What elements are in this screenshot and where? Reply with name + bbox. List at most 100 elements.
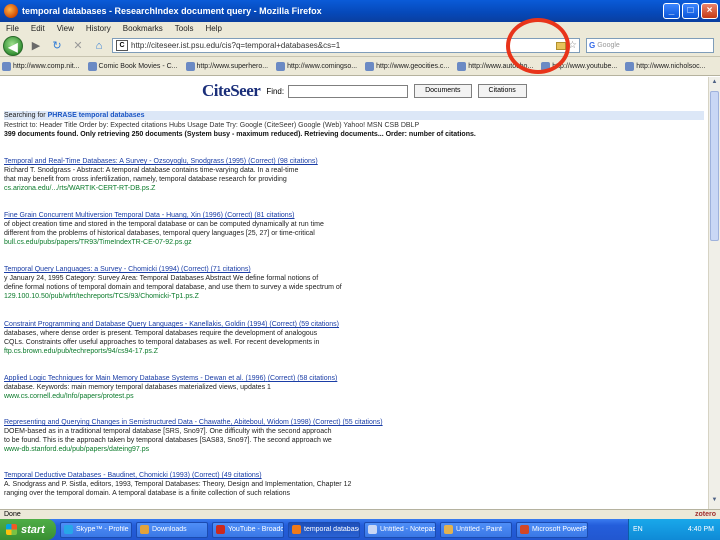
result-title[interactable]: Representing and Querying Changes in Sem… bbox=[4, 418, 704, 427]
result-url[interactable]: cs.arizona.edu/.../rts/WARTIK-CERT-RT-DB… bbox=[4, 184, 704, 193]
result-title[interactable]: Fine Grain Concurrent Multiversion Tempo… bbox=[4, 211, 704, 220]
maximize-button[interactable]: □ bbox=[682, 3, 699, 19]
home-button[interactable]: ⌂ bbox=[91, 38, 107, 54]
result-title[interactable]: Temporal and Real-Time Databases: A Surv… bbox=[4, 157, 704, 166]
zotero-button[interactable]: zotero bbox=[695, 510, 716, 519]
minimize-button[interactable]: _ bbox=[663, 3, 680, 19]
status-text: Done bbox=[4, 511, 21, 518]
result-url[interactable]: ftp.cs.brown.edu/pub/techreports/94/cs94… bbox=[4, 347, 704, 356]
result-snippet: DOEM-based as in a traditional temporal … bbox=[4, 428, 332, 435]
bookmark-item[interactable]: http://www.superhero... bbox=[185, 61, 268, 71]
bookmark-icon bbox=[276, 61, 286, 71]
result-snippet: different from the problems of historica… bbox=[4, 230, 315, 237]
result-item: Temporal and Real-Time Databases: A Surv… bbox=[4, 157, 704, 193]
firefox-icon bbox=[292, 525, 301, 534]
menu-file[interactable]: File bbox=[6, 24, 19, 33]
google-icon[interactable]: G bbox=[589, 41, 595, 50]
scroll-down-arrow-icon[interactable]: ▼ bbox=[710, 497, 719, 507]
result-snippet: y January 24, 1995 Category: Survey Area… bbox=[4, 275, 319, 282]
result-url[interactable]: bull.cs.edu/pubs/papers/TR93/TimeIndexTR… bbox=[4, 238, 704, 247]
stop-button[interactable]: ✕ bbox=[70, 38, 86, 54]
result-snippet: of object creation time and stored in th… bbox=[4, 221, 324, 228]
search-input[interactable]: Google bbox=[597, 42, 620, 49]
taskbar-item[interactable]: Untitled - Notepad bbox=[364, 521, 436, 538]
notepad-icon bbox=[368, 525, 377, 534]
bookmark-item[interactable]: http://www.comp.nit... bbox=[2, 61, 80, 71]
taskbar-item[interactable]: Skype™ - Profile bbox=[60, 521, 132, 538]
bookmark-item[interactable]: Comic Book Movies - C... bbox=[87, 61, 178, 71]
find-input[interactable] bbox=[288, 84, 409, 98]
menu-view[interactable]: View bbox=[57, 24, 74, 33]
bookmarks-toolbar: http://www.comp.nit... Comic Book Movies… bbox=[0, 57, 720, 76]
documents-button[interactable]: Documents bbox=[414, 84, 472, 98]
navigation-toolbar: ◀ ▶ ↻ ✕ ⌂ C http://citeseer.ist.psu.edu/… bbox=[0, 35, 720, 57]
result-item: Representing and Querying Changes in Sem… bbox=[4, 418, 704, 454]
menu-help[interactable]: Help bbox=[205, 24, 221, 33]
downloads-icon bbox=[140, 525, 149, 534]
start-button[interactable]: start bbox=[0, 519, 56, 540]
restrict-options[interactable]: Restrict to: Header Title Order by: Expe… bbox=[4, 121, 704, 130]
result-snippet: ranging over the temporal domain. A temp… bbox=[4, 490, 290, 497]
bookmark-icon bbox=[457, 61, 467, 71]
menu-edit[interactable]: Edit bbox=[31, 24, 45, 33]
forward-button[interactable]: ▶ bbox=[28, 38, 44, 54]
reload-button[interactable]: ↻ bbox=[49, 38, 65, 54]
result-snippet: Richard T. Snodgrass - Abstract: A tempo… bbox=[4, 167, 299, 174]
search-phrase: PHRASE temporal databases bbox=[47, 112, 145, 119]
search-box[interactable]: G Google bbox=[586, 38, 714, 53]
scroll-up-arrow-icon[interactable]: ▲ bbox=[710, 79, 719, 89]
red-annotation-circle bbox=[506, 18, 570, 74]
citeseer-logo[interactable]: CiteSeer bbox=[202, 81, 261, 101]
citations-button[interactable]: Citations bbox=[477, 84, 527, 98]
result-url[interactable]: www.cs.cornell.edu/Info/papers/protest.p… bbox=[4, 392, 704, 401]
result-title[interactable]: Temporal Query Languages: a Survey - Cho… bbox=[4, 265, 704, 274]
bookmark-icon bbox=[2, 61, 11, 71]
vertical-scrollbar[interactable]: ▲ ▼ bbox=[708, 77, 720, 509]
windows-flag-icon bbox=[6, 524, 17, 535]
bookmark-item[interactable]: http://www.comingso... bbox=[276, 61, 357, 71]
system-tray: EN 4:40 PM bbox=[628, 519, 720, 540]
youtube-icon bbox=[216, 525, 225, 534]
taskbar-item[interactable]: YouTube - Broadcast... bbox=[212, 521, 284, 538]
taskbar-item-active[interactable]: temporal database... bbox=[288, 521, 360, 538]
status-bar: Done zotero bbox=[0, 509, 720, 519]
result-title[interactable]: Constraint Programming and Database Quer… bbox=[4, 320, 704, 329]
bookmark-item[interactable]: http://www.nicholsoc... bbox=[625, 61, 706, 71]
result-item: Applied Logic Techniques for Main Memory… bbox=[4, 374, 704, 401]
page-content: CiteSeer Find: Documents Citations Searc… bbox=[0, 77, 708, 509]
result-url[interactable]: 129.100.10.50/pub/wfrt/techreports/TCS/9… bbox=[4, 292, 704, 301]
result-snippet: to be found. This is the approach taken … bbox=[4, 437, 332, 444]
powerpoint-icon bbox=[520, 525, 529, 534]
close-button[interactable]: × bbox=[701, 3, 718, 19]
find-label: Find: bbox=[266, 86, 285, 96]
bookmark-item[interactable]: http://www.geocities.c... bbox=[365, 61, 449, 71]
result-title[interactable]: Applied Logic Techniques for Main Memory… bbox=[4, 374, 704, 383]
bookmark-icon bbox=[87, 61, 97, 71]
language-indicator[interactable]: EN bbox=[633, 526, 643, 533]
result-item: Temporal Query Languages: a Survey - Cho… bbox=[4, 265, 704, 301]
back-button[interactable]: ◀ bbox=[3, 35, 23, 56]
address-url[interactable]: http://citeseer.ist.psu.edu/cis?q=tempor… bbox=[131, 41, 556, 50]
result-title[interactable]: Temporal Deductive Databases - Baudinet,… bbox=[4, 471, 704, 480]
citeseer-header: CiteSeer Find: Documents Citations bbox=[202, 81, 527, 101]
taskbar-item[interactable]: Downloads bbox=[136, 521, 208, 538]
menu-tools[interactable]: Tools bbox=[175, 24, 194, 33]
menu-bar: File Edit View History Bookmarks Tools H… bbox=[0, 22, 720, 35]
result-snippet: define formal notions of temporal domain… bbox=[4, 284, 342, 291]
site-favicon-icon: C bbox=[116, 40, 128, 51]
bookmark-icon bbox=[365, 61, 375, 71]
windows-taskbar: start Skype™ - Profile Downloads YouTube… bbox=[0, 519, 720, 540]
window-title: temporal databases - ResearchIndex docum… bbox=[22, 6, 322, 16]
scrollbar-thumb[interactable] bbox=[710, 91, 719, 241]
menu-history[interactable]: History bbox=[86, 24, 111, 33]
taskbar-item[interactable]: Microsoft PowerPoint... bbox=[516, 521, 588, 538]
menu-bookmarks[interactable]: Bookmarks bbox=[123, 24, 163, 33]
result-count: 399 documents found. Only retrieving 250… bbox=[4, 131, 476, 138]
clock[interactable]: 4:40 PM bbox=[688, 526, 714, 533]
bookmark-icon bbox=[185, 61, 195, 71]
firefox-icon bbox=[4, 4, 18, 18]
result-url[interactable]: www-db.stanford.edu/pub/papers/dateing97… bbox=[4, 445, 704, 454]
search-prefix: Searching for bbox=[4, 112, 46, 119]
result-snippet: that may benefit from cross infertilizat… bbox=[4, 176, 287, 183]
taskbar-item[interactable]: Untitled - Paint bbox=[440, 521, 512, 538]
